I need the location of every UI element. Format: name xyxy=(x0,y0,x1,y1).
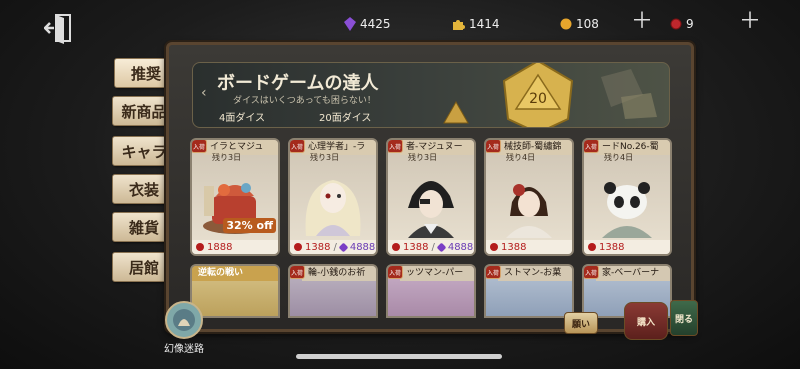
product-card-9[interactable]: ストマン-お菓 入荷 xyxy=(484,264,574,318)
banner-title: ボードゲームの達人 xyxy=(217,73,379,94)
days-remaining: 残り4日 xyxy=(604,153,634,162)
character-portrait-icon xyxy=(506,184,552,238)
red-gem-icon xyxy=(196,243,204,251)
product-card-8[interactable]: ッツマン-パー 入荷 xyxy=(386,264,476,318)
price-red: 1888 xyxy=(207,241,233,253)
add-gold-button[interactable]: ＋ xyxy=(631,11,653,33)
red-gem-icon xyxy=(294,243,302,251)
dice-tag-4: 4面ダイス xyxy=(211,107,273,125)
new-badge: 入荷 xyxy=(388,140,403,153)
product-card-2[interactable]: 心理学者」-ラ 入荷 残り3日 1388 / 4888 xyxy=(288,138,378,256)
price-bar: 1388 / 4888 xyxy=(388,240,474,254)
new-badge: 入荷 xyxy=(388,266,403,279)
price-bar: 1388 / 4888 xyxy=(290,240,376,254)
price-red: 1388 xyxy=(403,241,429,253)
red-gem-icon xyxy=(670,18,682,30)
product-name: 逆転の戦い xyxy=(192,266,278,281)
add-red-gem-button[interactable]: ＋ xyxy=(739,11,761,33)
currency-puzzle: 1414 xyxy=(452,14,500,34)
product-card-1[interactable]: イラとマジュ 入荷 残り3日 32% off 2776 1888 xyxy=(190,138,280,256)
labyrinth-button[interactable] xyxy=(162,300,206,340)
price-red: 1388 xyxy=(501,241,527,253)
red-gem-icon xyxy=(588,243,596,251)
days-remaining: 残り3日 xyxy=(212,153,242,162)
currency-purple-gem: 4425 xyxy=(344,14,391,34)
dice-decoration-icon xyxy=(601,69,657,119)
purple-gem-icon xyxy=(344,17,356,31)
banner-subtitle: ダイスはいくつあっても困らない！ xyxy=(233,96,376,106)
product-name: 輪-小銭のお祈 xyxy=(302,266,376,281)
price-purple: 4888 xyxy=(447,241,474,253)
days-remaining: 残り3日 xyxy=(408,153,438,162)
price-bar: 1388 xyxy=(584,240,670,254)
purple-gem-icon xyxy=(338,242,349,252)
puzzle-piece-icon xyxy=(453,19,465,30)
product-card-3[interactable]: 者-マジュヌー 入荷 残り3日 1388 / 4888 xyxy=(386,138,476,256)
red-gem-icon xyxy=(490,243,498,251)
d20-label: 20面ダイス xyxy=(319,112,372,124)
red-gem-count: 9 xyxy=(686,17,694,31)
price-red: 1388 xyxy=(599,241,625,253)
purple-gem-icon xyxy=(436,242,447,252)
character-portrait-icon xyxy=(305,180,361,236)
exit-door-icon xyxy=(43,14,71,44)
new-badge: 入荷 xyxy=(290,266,305,279)
character-portrait-icon xyxy=(408,181,454,238)
price-red: 1388 xyxy=(305,241,331,253)
product-name: ッツマン-パー xyxy=(400,266,474,281)
product-name: 家-ベーバーナ xyxy=(596,266,670,281)
product-card-7[interactable]: 輪-小銭のお祈 入荷 xyxy=(288,264,378,318)
wish-button[interactable]: 願い xyxy=(564,312,598,334)
buy-button[interactable]: 購入 xyxy=(624,302,668,340)
puzzle-count: 1414 xyxy=(469,17,500,31)
panda-portrait-icon xyxy=(602,182,652,238)
price-bar: 1388 xyxy=(486,240,572,254)
new-badge: 入荷 xyxy=(290,140,305,153)
chevron-left-icon: ‹ xyxy=(201,85,207,101)
red-gem-icon xyxy=(392,243,400,251)
discount-badge: 32% off xyxy=(223,218,276,233)
d4-dice-icon xyxy=(443,101,469,124)
new-badge: 入荷 xyxy=(192,140,207,153)
d20-dice-icon: 20 xyxy=(502,63,574,127)
currency-red-gem: 9 xyxy=(670,14,694,34)
close-book-button[interactable]: 閉る xyxy=(670,300,698,336)
price-purple: 4888 xyxy=(349,241,376,253)
price-bar: 1888 xyxy=(192,240,278,254)
exit-button[interactable] xyxy=(43,12,74,44)
currency-gold-coin: 108 xyxy=(560,14,599,34)
days-remaining: 残り3日 xyxy=(310,153,340,162)
home-indicator[interactable] xyxy=(296,354,502,359)
product-card-5[interactable]: ードNo.26-蜀 入荷 残り4日 1388 xyxy=(582,138,672,256)
new-badge: 入荷 xyxy=(486,140,501,153)
product-card-4[interactable]: 械技師-蜀繡錦 入荷 残り4日 1388 xyxy=(484,138,574,256)
gold-coin-icon xyxy=(560,18,572,30)
new-badge: 入荷 xyxy=(486,266,501,279)
gold-coin-count: 108 xyxy=(576,17,599,31)
new-badge: 入荷 xyxy=(584,266,599,279)
purple-gem-count: 4425 xyxy=(360,17,391,31)
labyrinth-label: 幻像迷路 xyxy=(164,344,204,355)
d4-label: 4面ダイス xyxy=(219,112,266,124)
new-badge: 入荷 xyxy=(584,140,599,153)
product-name: ストマン-お菓 xyxy=(498,266,572,281)
svg-text:20: 20 xyxy=(529,91,547,107)
dice-tag-20: 20面ダイス xyxy=(311,107,379,125)
days-remaining: 残り4日 xyxy=(506,153,536,162)
featured-banner[interactable]: ‹ ボードゲームの達人 ダイスはいくつあっても困らない！ 4面ダイス 20面ダイ… xyxy=(192,62,670,128)
